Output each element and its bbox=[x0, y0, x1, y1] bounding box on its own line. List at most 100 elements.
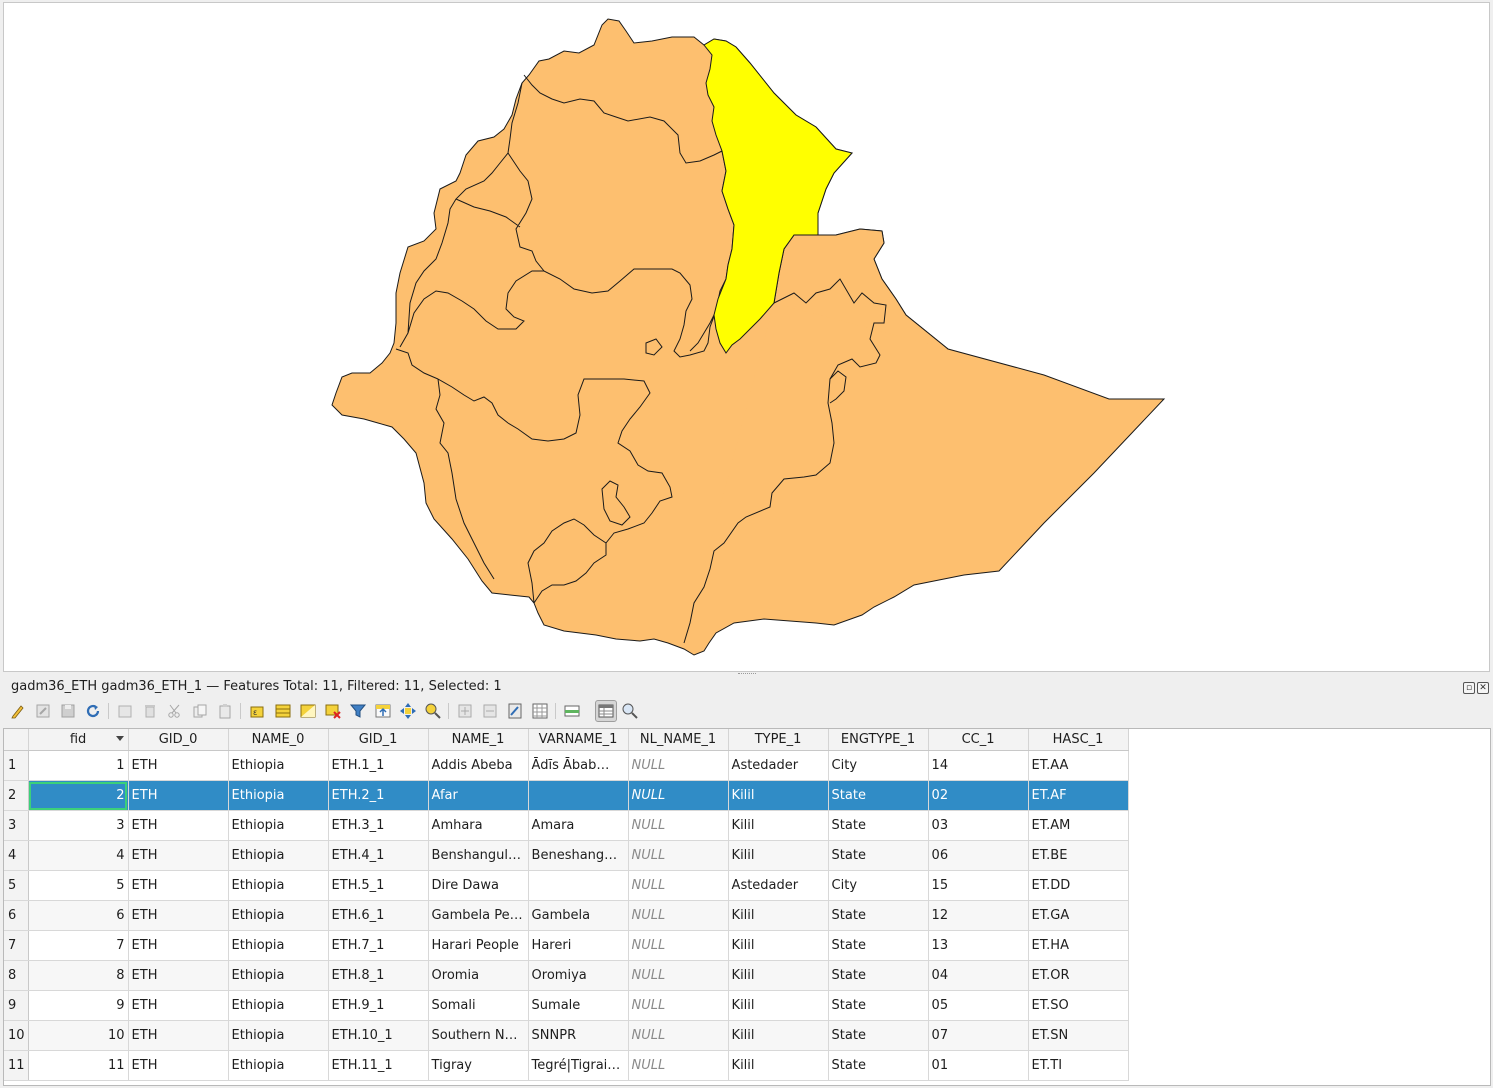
cell-type_1[interactable]: Kilil bbox=[728, 780, 829, 811]
cell-type_1[interactable]: Kilil bbox=[728, 960, 829, 991]
cell-cc_1[interactable]: 07 bbox=[928, 1020, 1029, 1051]
cell-varname_1[interactable]: Beneshang… bbox=[528, 840, 629, 871]
corner-cell[interactable] bbox=[4, 729, 29, 751]
cell-engtype_1[interactable]: State bbox=[828, 780, 929, 811]
attribute-grid[interactable]: fid GID_0 NAME_0 GID_1 NAME_1 VARNAME_1 NL_NAM… bbox=[4, 729, 1129, 1081]
cell-varname_1[interactable]: Amara bbox=[528, 810, 629, 841]
cell-hasc_1[interactable]: ET.AM bbox=[1028, 810, 1129, 841]
cell-hasc_1[interactable]: ET.AA bbox=[1028, 750, 1129, 781]
row-header[interactable]: 6 bbox=[4, 900, 29, 931]
cell-fid[interactable]: 1 bbox=[28, 750, 129, 781]
cell-fid[interactable]: 5 bbox=[28, 870, 129, 901]
ethiopia-map[interactable] bbox=[4, 3, 1489, 671]
column-header-hasc_1[interactable]: HASC_1 bbox=[1028, 729, 1129, 751]
cell-name_0[interactable]: Ethiopia bbox=[228, 870, 329, 901]
row-header[interactable]: 11 bbox=[4, 1050, 29, 1081]
cell-nl_name_1[interactable]: NULL bbox=[628, 930, 729, 961]
cell-cc_1[interactable]: 04 bbox=[928, 960, 1029, 991]
row-header[interactable]: 3 bbox=[4, 810, 29, 841]
row-header[interactable]: 10 bbox=[4, 1020, 29, 1051]
deselect-all-icon[interactable] bbox=[324, 702, 342, 720]
cell-fid[interactable]: 3 bbox=[28, 810, 129, 841]
column-header-varname_1[interactable]: VARNAME_1 bbox=[528, 729, 629, 751]
table-row[interactable]: 10 10 ETH Ethiopia ETH.10_1 Southern N… SNNPR N… bbox=[4, 1020, 1129, 1051]
cell-hasc_1[interactable]: ET.HA bbox=[1028, 930, 1129, 961]
cell-cc_1[interactable]: 12 bbox=[928, 900, 1029, 931]
cell-varname_1[interactable]: Tegré|Tigrai… bbox=[528, 1050, 629, 1081]
cell-name_1[interactable]: Dire Dawa bbox=[428, 870, 529, 901]
cell-hasc_1[interactable]: ET.SN bbox=[1028, 1020, 1129, 1051]
cell-fid[interactable]: 11 bbox=[28, 1050, 129, 1081]
cell-name_1[interactable]: Tigray bbox=[428, 1050, 529, 1081]
cell-cc_1[interactable]: 02 bbox=[928, 780, 1029, 811]
row-header[interactable]: 7 bbox=[4, 930, 29, 961]
cell-fid[interactable]: 4 bbox=[28, 840, 129, 871]
cell-varname_1[interactable]: Hareri bbox=[528, 930, 629, 961]
cell-name_0[interactable]: Ethiopia bbox=[228, 960, 329, 991]
table-row[interactable]: 8 8 ETH Ethiopia ETH.8_1 Oromia Oromiya NULL Kil… bbox=[4, 960, 1129, 991]
column-header-gid_0[interactable]: GID_0 bbox=[128, 729, 229, 751]
cell-varname_1[interactable]: Sumale bbox=[528, 990, 629, 1021]
cell-varname_1[interactable]: Ādīs Ābab… bbox=[528, 750, 629, 781]
cell-engtype_1[interactable]: State bbox=[828, 840, 929, 871]
column-header-nl_name_1[interactable]: NL_NAME_1 bbox=[628, 729, 729, 751]
row-header[interactable]: 8 bbox=[4, 960, 29, 991]
filter-select-icon[interactable] bbox=[349, 702, 367, 720]
cell-hasc_1[interactable]: ET.BE bbox=[1028, 840, 1129, 871]
invert-selection-icon[interactable] bbox=[299, 702, 317, 720]
cell-gid_0[interactable]: ETH bbox=[128, 810, 229, 841]
table-row[interactable]: 4 4 ETH Ethiopia ETH.4_1 Benshangul… Beneshang… bbox=[4, 840, 1129, 871]
cell-hasc_1[interactable]: ET.DD bbox=[1028, 870, 1129, 901]
cell-gid_0[interactable]: ETH bbox=[128, 780, 229, 811]
cell-name_1[interactable]: Southern N… bbox=[428, 1020, 529, 1051]
cell-hasc_1[interactable]: ET.TI bbox=[1028, 1050, 1129, 1081]
cell-gid_1[interactable]: ETH.5_1 bbox=[328, 870, 429, 901]
cell-gid_0[interactable]: ETH bbox=[128, 960, 229, 991]
cell-engtype_1[interactable]: City bbox=[828, 870, 929, 901]
column-header-fid[interactable]: fid bbox=[28, 729, 129, 751]
cell-gid_0[interactable]: ETH bbox=[128, 990, 229, 1021]
save-edits-icon[interactable] bbox=[59, 702, 77, 720]
cell-nl_name_1[interactable]: NULL bbox=[628, 810, 729, 841]
float-dock-icon[interactable]: ▫ bbox=[1463, 682, 1475, 694]
add-feature-icon[interactable] bbox=[116, 702, 134, 720]
paste-icon[interactable] bbox=[216, 702, 234, 720]
zoom-to-selected-icon[interactable] bbox=[424, 702, 442, 720]
row-header[interactable]: 4 bbox=[4, 840, 29, 871]
cell-type_1[interactable]: Kilil bbox=[728, 1020, 829, 1051]
cell-gid_1[interactable]: ETH.1_1 bbox=[328, 750, 429, 781]
cell-hasc_1[interactable]: ET.AF bbox=[1028, 780, 1129, 811]
select-by-expression-icon[interactable]: ε bbox=[249, 702, 267, 720]
cell-gid_1[interactable]: ETH.4_1 bbox=[328, 840, 429, 871]
cell-nl_name_1[interactable]: NULL bbox=[628, 990, 729, 1021]
table-row[interactable]: 2 2 ETH Ethiopia ETH.2_1 Afar NULL Kilil State 02… bbox=[4, 780, 1129, 811]
cell-engtype_1[interactable]: State bbox=[828, 900, 929, 931]
row-header[interactable]: 5 bbox=[4, 870, 29, 901]
cut-icon[interactable] bbox=[166, 702, 184, 720]
cell-cc_1[interactable]: 06 bbox=[928, 840, 1029, 871]
cell-gid_1[interactable]: ETH.11_1 bbox=[328, 1050, 429, 1081]
close-dock-icon[interactable]: ✕ bbox=[1477, 682, 1489, 694]
cell-gid_0[interactable]: ETH bbox=[128, 750, 229, 781]
cell-hasc_1[interactable]: ET.SO bbox=[1028, 990, 1129, 1021]
cell-fid[interactable]: 2 bbox=[28, 780, 129, 811]
cell-cc_1[interactable]: 13 bbox=[928, 930, 1029, 961]
cell-nl_name_1[interactable]: NULL bbox=[628, 900, 729, 931]
new-field-icon[interactable] bbox=[456, 702, 474, 720]
cell-engtype_1[interactable]: State bbox=[828, 990, 929, 1021]
cell-nl_name_1[interactable]: NULL bbox=[628, 780, 729, 811]
reload-table-icon[interactable] bbox=[84, 702, 102, 720]
cell-gid_1[interactable]: ETH.6_1 bbox=[328, 900, 429, 931]
cell-type_1[interactable]: Kilil bbox=[728, 840, 829, 871]
cell-hasc_1[interactable]: ET.OR bbox=[1028, 960, 1129, 991]
row-header[interactable]: 1 bbox=[4, 750, 29, 781]
cell-name_0[interactable]: Ethiopia bbox=[228, 840, 329, 871]
table-view-icon[interactable] bbox=[595, 700, 617, 722]
cell-varname_1[interactable]: Gambela bbox=[528, 900, 629, 931]
cell-type_1[interactable]: Kilil bbox=[728, 900, 829, 931]
cell-name_0[interactable]: Ethiopia bbox=[228, 1050, 329, 1081]
cell-nl_name_1[interactable]: NULL bbox=[628, 750, 729, 781]
row-header[interactable]: 9 bbox=[4, 990, 29, 1021]
cell-nl_name_1[interactable]: NULL bbox=[628, 1050, 729, 1081]
cell-type_1[interactable]: Kilil bbox=[728, 1050, 829, 1081]
